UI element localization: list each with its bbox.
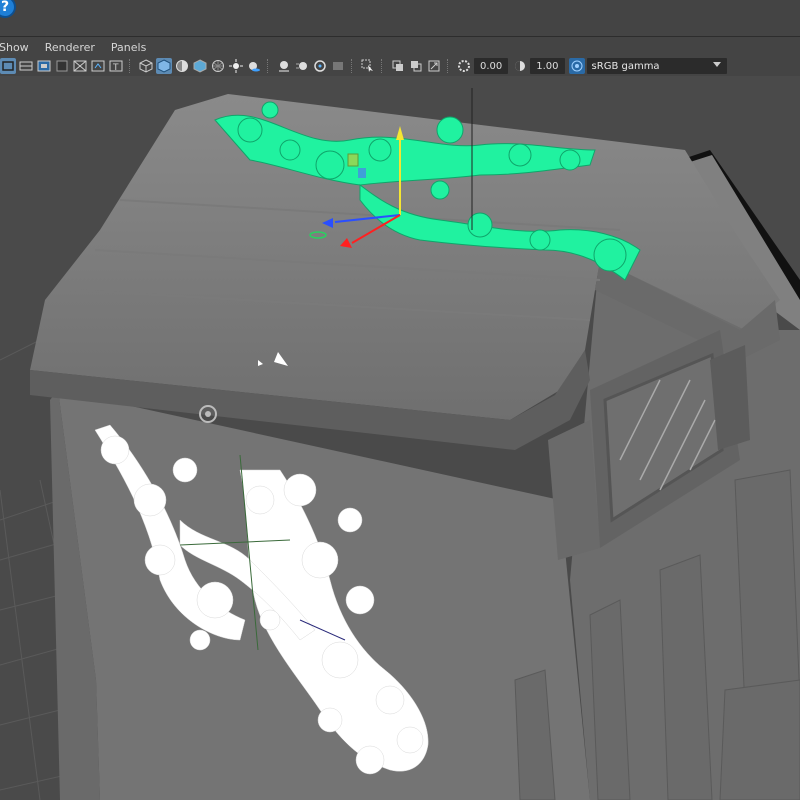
ambient-occlusion-icon[interactable] bbox=[276, 58, 292, 74]
exposure-field[interactable]: 0.00 bbox=[474, 58, 509, 74]
colorspace-label: sRGB gamma bbox=[591, 60, 660, 72]
3d-viewport[interactable] bbox=[0, 76, 800, 800]
toolbar-separator bbox=[351, 59, 357, 73]
xray-joints-icon[interactable] bbox=[408, 58, 424, 74]
textured-icon[interactable] bbox=[210, 58, 226, 74]
help-icon[interactable]: ? bbox=[0, 0, 16, 18]
gamma-field[interactable]: 1.00 bbox=[530, 58, 565, 74]
wireframe-on-shaded-icon[interactable] bbox=[174, 58, 190, 74]
anti-alias-icon[interactable] bbox=[312, 58, 328, 74]
toolbar-separator bbox=[447, 59, 453, 73]
svg-text:T: T bbox=[112, 63, 119, 73]
lighting-icon[interactable] bbox=[228, 58, 244, 74]
colorspace-icon[interactable] bbox=[568, 58, 585, 74]
field-chart-icon[interactable] bbox=[54, 58, 70, 74]
resolution-gate-icon[interactable] bbox=[18, 58, 34, 74]
isolate-select-icon[interactable] bbox=[360, 58, 376, 74]
exposure-icon[interactable] bbox=[456, 58, 472, 74]
shadows-icon[interactable] bbox=[246, 58, 262, 74]
panel-header: ? bbox=[0, 0, 800, 36]
gamma-icon[interactable] bbox=[512, 58, 528, 74]
title-icon[interactable]: T bbox=[108, 58, 124, 74]
toolbar-separator bbox=[381, 59, 387, 73]
motion-blur-icon[interactable] bbox=[294, 58, 310, 74]
smooth-shade-icon[interactable] bbox=[156, 58, 172, 74]
scene bbox=[0, 76, 800, 800]
gate-mask-icon[interactable] bbox=[36, 58, 52, 74]
flat-shade-icon[interactable] bbox=[192, 58, 208, 74]
wireframe-icon[interactable] bbox=[138, 58, 154, 74]
viewport-toolbar: T 0.00 1.00 sRGB gamma bbox=[0, 56, 800, 76]
safe-action-icon[interactable] bbox=[72, 58, 88, 74]
toolbar-separator bbox=[267, 59, 273, 73]
xray-icon[interactable] bbox=[390, 58, 406, 74]
menu-renderer[interactable]: Renderer bbox=[45, 41, 111, 54]
safe-title-icon[interactable] bbox=[90, 58, 106, 74]
colorspace-select[interactable]: sRGB gamma bbox=[586, 58, 727, 74]
menu-panels[interactable]: Panels bbox=[111, 41, 155, 54]
backface-icon[interactable] bbox=[426, 58, 442, 74]
toolbar-separator bbox=[129, 59, 135, 73]
film-gate-icon[interactable] bbox=[0, 58, 16, 74]
depth-of-field-icon[interactable] bbox=[330, 58, 346, 74]
menu-show[interactable]: Show bbox=[0, 41, 45, 54]
chevron-down-icon bbox=[712, 62, 721, 67]
panel-menu-bar: Show Renderer Panels bbox=[0, 37, 800, 57]
